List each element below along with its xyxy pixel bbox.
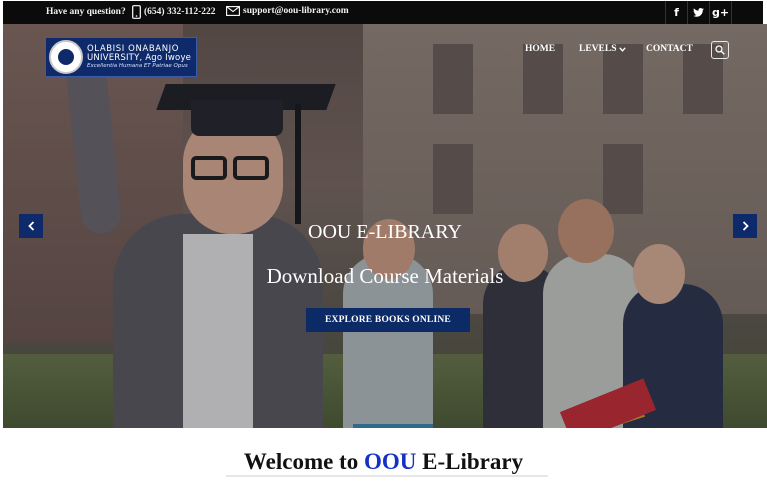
search-button[interactable]: [711, 41, 729, 59]
explore-books-button[interactable]: EXPLORE BOOKS ONLINE: [306, 308, 470, 332]
welcome-heading: Welcome to OOU E-Library: [0, 449, 767, 475]
email-contact[interactable]: support@oou-library.com: [226, 6, 349, 16]
phone-icon: [132, 5, 141, 19]
welcome-accent: OOU: [363, 449, 417, 474]
welcome-suffix: E-Library: [416, 449, 524, 474]
chevron-down-icon: [618, 46, 626, 52]
top-bar: Have any question? (654) 332-112-222 sup…: [3, 1, 763, 24]
university-logo[interactable]: OLABISI ONABANJO UNIVERSITY, Ago Iwoye E…: [45, 37, 197, 77]
hero-title: OOU E-LIBRARY: [308, 221, 462, 243]
university-seal-icon: [49, 40, 83, 74]
nav-contact[interactable]: CONTACT: [646, 44, 693, 54]
heading-underline: [226, 475, 548, 477]
hero-subtitle: Download Course Materials: [266, 264, 504, 288]
google-plus-icon[interactable]: g+: [710, 1, 732, 24]
phone-contact[interactable]: (654) 332-112-222: [132, 5, 216, 19]
question-text: Have any question?: [46, 7, 126, 17]
logo-motto: Excellentia Humana ET Patriae Opus: [87, 63, 188, 70]
hero-slider: OLABISI ONABANJO UNIVERSITY, Ago Iwoye E…: [3, 24, 767, 428]
nav-home[interactable]: HOME: [525, 44, 555, 54]
twitter-icon[interactable]: [688, 1, 710, 24]
phone-number: (654) 332-112-222: [144, 7, 216, 17]
logo-line-2: UNIVERSITY, Ago Iwoye: [87, 52, 192, 63]
envelope-icon: [226, 6, 240, 16]
nav-levels[interactable]: LEVELS: [579, 44, 626, 54]
social-links: f g+: [665, 1, 732, 24]
search-icon: [715, 45, 725, 55]
facebook-icon[interactable]: f: [666, 1, 688, 24]
welcome-prefix: Welcome to: [243, 449, 364, 474]
email-address: support@oou-library.com: [243, 6, 349, 16]
